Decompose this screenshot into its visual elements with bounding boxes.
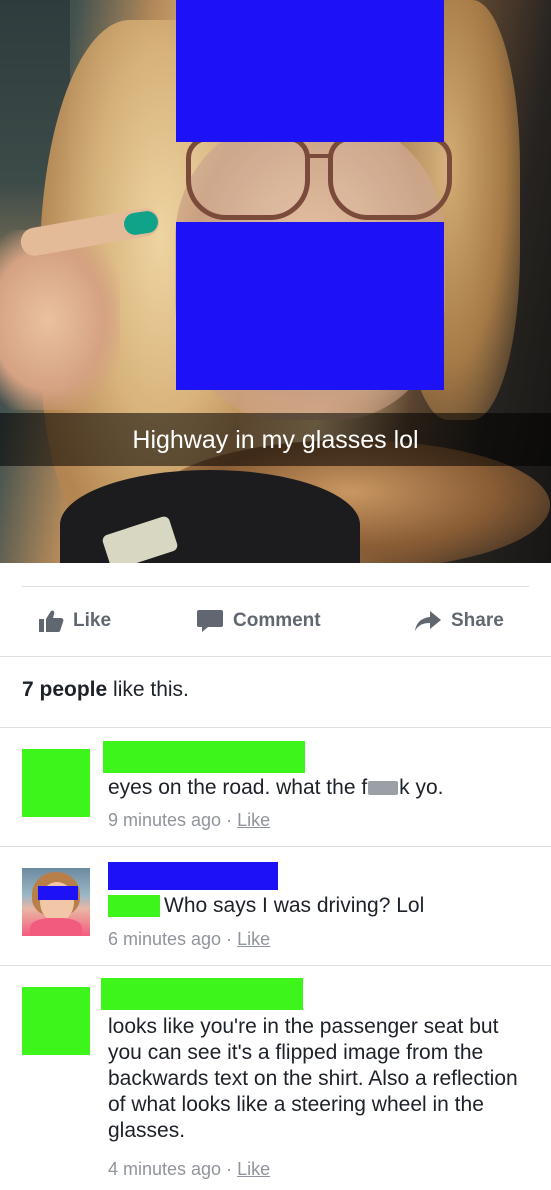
share-button[interactable]: Share — [414, 596, 504, 646]
glasses-bridge — [308, 154, 330, 166]
commenter-name-redaction — [103, 741, 305, 773]
censor-mark — [368, 781, 399, 796]
comment-timestamp: 4 minutes ago — [108, 1159, 222, 1179]
likes-top-divider — [0, 656, 551, 657]
thumbs-up-icon — [38, 609, 64, 633]
photo-caption: Highway in my glasses lol — [132, 426, 419, 454]
likes-count[interactable]: 7 people — [22, 678, 107, 701]
face-redaction-bottom — [176, 222, 444, 390]
comment-item: Who says I was driving? Lol 6 minutes ag… — [0, 847, 551, 965]
comment-text: looks like you're in the passenger seat … — [108, 1015, 518, 1142]
comment-timestamp: 6 minutes ago — [108, 929, 222, 949]
like-button-label: Like — [73, 610, 112, 631]
comment-text-part: eyes on the road. what the f — [108, 776, 368, 799]
likes-suffix: like this. — [107, 678, 189, 701]
comment-meta: 9 minutes ago · Like — [108, 810, 270, 831]
face-redaction-top — [176, 0, 444, 142]
comment-button-label: Comment — [233, 610, 321, 631]
avatar[interactable] — [22, 868, 90, 936]
comment-like-link[interactable]: Like — [237, 929, 270, 949]
mention-redaction — [108, 895, 160, 917]
avatar-eye-redaction — [38, 886, 78, 900]
avatar[interactable] — [22, 749, 90, 817]
avatar-shirt — [30, 918, 82, 936]
commenter-name-redaction — [108, 862, 278, 890]
meta-separator: · — [221, 810, 238, 830]
comment-meta: 4 minutes ago · Like — [108, 1159, 270, 1180]
comment-button[interactable]: Comment — [196, 596, 321, 646]
glasses-lens-left — [186, 136, 310, 220]
comment-timestamp: 9 minutes ago — [108, 810, 222, 830]
comment-text: Who says I was driving? Lol — [164, 894, 425, 917]
commenter-name-redaction — [101, 978, 303, 1010]
comment-text-part: k yo. — [399, 776, 444, 799]
like-button[interactable]: Like — [38, 596, 111, 646]
hand — [0, 230, 120, 410]
comment-like-link[interactable]: Like — [237, 810, 270, 830]
speech-bubble-icon — [196, 608, 224, 634]
share-button-label: Share — [451, 610, 504, 631]
actions-top-divider — [22, 586, 529, 587]
comment-item: looks like you're in the passenger seat … — [0, 966, 551, 1190]
meta-separator: · — [221, 1159, 238, 1179]
glasses — [168, 136, 464, 224]
comment-item: eyes on the road. what the f k yo. 9 minu… — [0, 728, 551, 846]
likes-summary[interactable]: 7 people like this. — [22, 678, 189, 702]
post-actions-bar: Like Comment Share — [0, 596, 551, 646]
comment-like-link[interactable]: Like — [237, 1159, 270, 1179]
glasses-lens-right — [328, 136, 452, 220]
post-photo[interactable]: Highway in my glasses lol — [0, 0, 551, 563]
avatar[interactable] — [22, 987, 90, 1055]
comment-text: eyes on the road. what the f k yo. — [108, 775, 533, 801]
share-arrow-icon — [414, 610, 442, 632]
meta-separator: · — [221, 929, 238, 949]
comment-meta: 6 minutes ago · Like — [108, 929, 270, 950]
